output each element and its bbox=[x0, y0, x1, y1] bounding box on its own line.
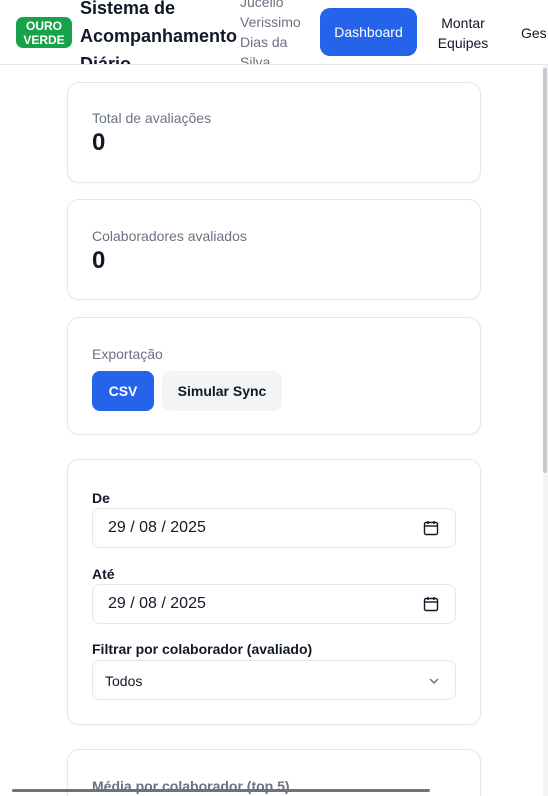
total-evaluations-value: 0 bbox=[92, 129, 106, 156]
nav-ges-button[interactable]: Ges bbox=[521, 23, 548, 43]
calendar-icon[interactable] bbox=[423, 520, 439, 536]
collaborator-filter-value: Todos bbox=[105, 673, 143, 689]
total-evaluations-card: Total de avaliações 0 bbox=[67, 82, 481, 183]
filters-card: De 29 / 08 / 2025 Até 29 / 08 / 2025 Fil… bbox=[67, 459, 481, 725]
collaborators-evaluated-card: Colaboradores avaliados 0 bbox=[67, 199, 481, 300]
export-card: Exportação CSV Simular Sync bbox=[67, 317, 481, 435]
from-date-label: De bbox=[92, 490, 110, 506]
logo-line-2: VERDE bbox=[23, 33, 65, 47]
chevron-down-icon bbox=[429, 678, 439, 685]
from-date-value: 29 / 08 / 2025 bbox=[108, 519, 206, 536]
total-evaluations-label: Total de avaliações bbox=[92, 110, 212, 126]
horizontal-scrollbar[interactable] bbox=[12, 789, 430, 792]
csv-export-button[interactable]: CSV bbox=[92, 371, 154, 411]
collaborator-filter-select[interactable]: Todos bbox=[92, 660, 456, 700]
nav-montar-equipes-button[interactable]: Montar Equipes bbox=[428, 13, 498, 53]
collaborators-evaluated-label: Colaboradores avaliados bbox=[92, 228, 247, 244]
export-label: Exportação bbox=[92, 346, 163, 362]
top-navigation-bar: OURO VERDE Sistema de Acompanhamento Diá… bbox=[0, 0, 548, 65]
simulate-sync-button[interactable]: Simular Sync bbox=[162, 371, 282, 411]
to-date-value: 29 / 08 / 2025 bbox=[108, 595, 206, 612]
app-title: Sistema de Acompanhamento Diário bbox=[80, 0, 238, 65]
user-name: Jucelio Verissimo Dias da Silva bbox=[240, 0, 301, 65]
from-date-input[interactable]: 29 / 08 / 2025 bbox=[92, 508, 456, 548]
collaborator-filter-label: Filtrar por colaborador (avaliado) bbox=[92, 641, 313, 657]
calendar-icon[interactable] bbox=[423, 596, 439, 612]
to-date-label: Até bbox=[92, 566, 115, 582]
vertical-scrollbar-thumb[interactable] bbox=[543, 68, 547, 473]
average-per-collaborator-title: Média por colaborador (top 5) bbox=[92, 778, 290, 794]
logo-line-1: OURO bbox=[26, 19, 62, 33]
to-date-input[interactable]: 29 / 08 / 2025 bbox=[92, 584, 456, 624]
brand-logo: OURO VERDE bbox=[16, 17, 72, 48]
nav-dashboard-button[interactable]: Dashboard bbox=[320, 8, 417, 56]
collaborators-evaluated-value: 0 bbox=[92, 247, 106, 274]
